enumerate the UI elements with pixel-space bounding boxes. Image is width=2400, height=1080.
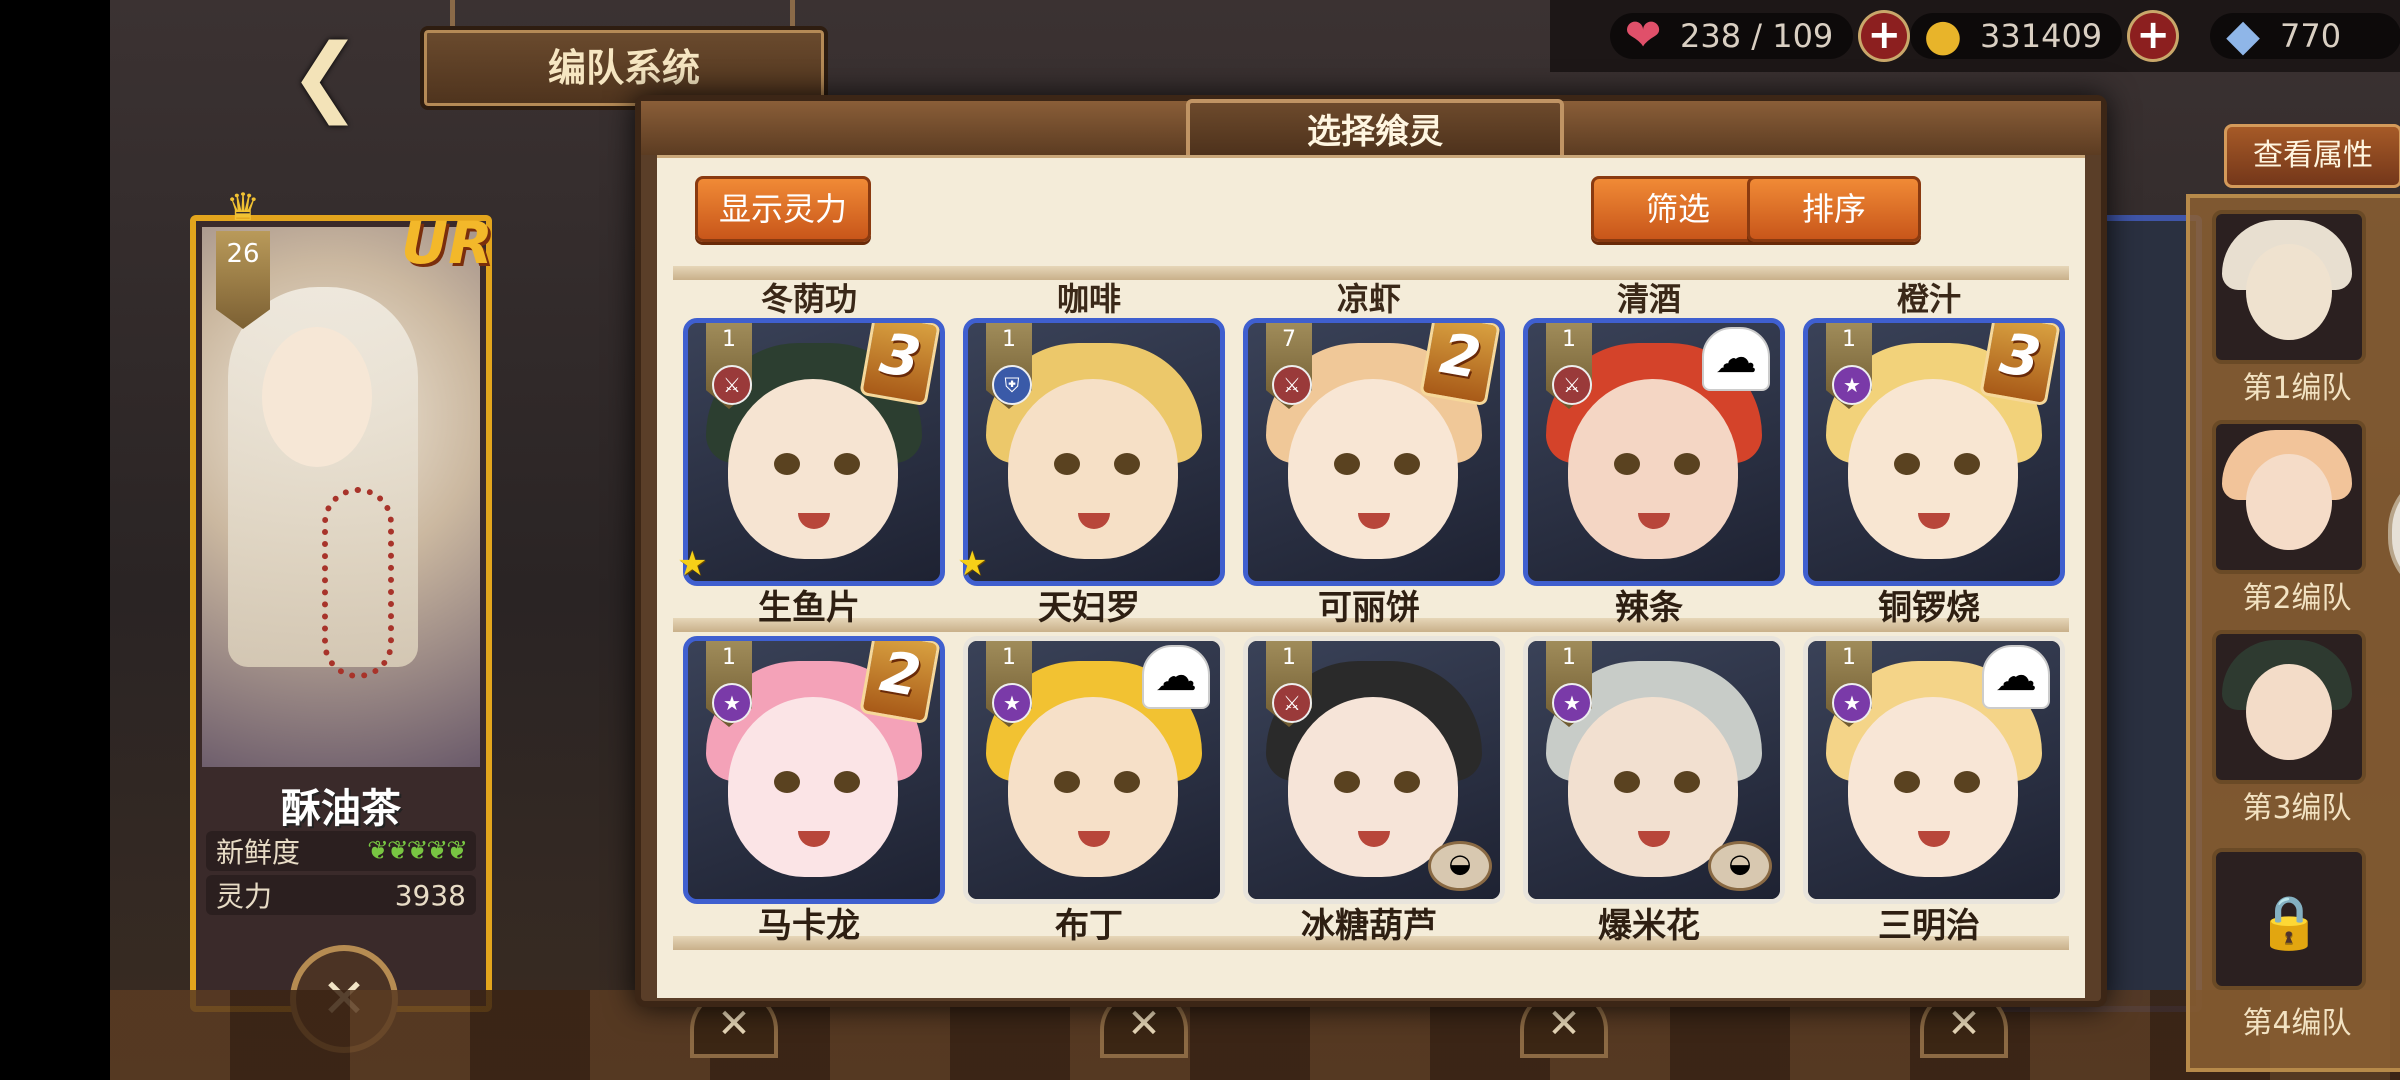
back-arrow-icon[interactable]: ❮ xyxy=(270,33,380,119)
star-type-icon: ★ xyxy=(1552,683,1592,723)
crystal-icon: ◆ xyxy=(2226,10,2260,61)
sword-type-icon: ⚔ xyxy=(1552,365,1592,405)
chef-hat-icon: ☁ xyxy=(1702,327,1770,391)
freshness-leaves-icon: ❦❦❦❦❦ xyxy=(367,836,468,866)
view-attributes-button[interactable]: 查看属性 xyxy=(2224,124,2400,188)
lock-icon: 🔒 xyxy=(2256,893,2322,953)
show-power-button[interactable]: 显示灵力 xyxy=(695,176,871,242)
select-character-modal: 选择飨灵 显示灵力 筛选 排序 冬荫功 咖啡 凉虾 清酒 橙汁 1 ⚔ 3 ★ 生鱼片 1 ⛨ ★ 天妇罗… xyxy=(635,95,2107,1007)
crown-icon: ♛ xyxy=(226,185,261,229)
egg-nest-icon: ◒ xyxy=(1708,841,1772,891)
modal-body: 显示灵力 筛选 排序 冬荫功 咖啡 凉虾 清酒 橙汁 1 ⚔ 3 ★ 生鱼片 1 ⛨ ★ 天妇罗 7 ⚔ 2 可丽… xyxy=(657,155,2085,998)
character-card[interactable]: 1 ★ ◒ xyxy=(1523,636,1785,904)
resource-coins: ● 331409 + xyxy=(1910,10,2177,62)
character-name: 布丁 xyxy=(1055,906,1123,946)
character-card[interactable]: 1 ★ ☁ xyxy=(963,636,1225,904)
character-name: 辣条 xyxy=(1615,588,1683,628)
character-card[interactable]: 1 ⚔ ◒ xyxy=(1243,636,1505,904)
leader-stats: 新鲜度 ❦❦❦❦❦ 灵力 3938 xyxy=(206,831,476,919)
character-card[interactable]: 1 ⚔ 3 xyxy=(683,318,945,586)
star-type-icon: ★ xyxy=(712,683,752,723)
team-label-1: 第1编队 xyxy=(2242,371,2352,406)
resource-hearts: ❤ 238 / 109 + xyxy=(1610,10,1908,62)
sword-type-icon: ⚔ xyxy=(712,365,752,405)
character-name: 凉虾 xyxy=(1336,280,1401,318)
character-name: 铜锣烧 xyxy=(1878,588,1980,628)
add-hearts-button[interactable]: + xyxy=(1861,13,1908,59)
leader-name: 酥油茶 xyxy=(281,786,401,832)
resource-bar: ❤ 238 / 109 + ● 331409 + ◆ 770 + xyxy=(1550,0,2400,72)
sword-type-icon: ⚔ xyxy=(1272,365,1312,405)
character-card[interactable]: 1 ★ ☁ xyxy=(1803,636,2065,904)
character-card[interactable]: 1 ⛨ xyxy=(963,318,1225,586)
team-panel: 第1编队 第2编队 第3编队 🔒 第4编队 xyxy=(2186,194,2400,1072)
character-card[interactable]: 1 ★ 2 xyxy=(683,636,945,904)
character-name: 清酒 xyxy=(1616,280,1681,318)
leader-level-badge: 26 xyxy=(216,231,270,329)
character-card[interactable]: 1 ★ 3 xyxy=(1803,318,2065,586)
coin-icon: ● xyxy=(1923,10,1963,61)
character-card[interactable]: 1 ⚔ ☁ xyxy=(1523,318,1785,586)
character-name: 天妇罗 xyxy=(1038,588,1140,628)
character-card[interactable]: 7 ⚔ 2 xyxy=(1243,318,1505,586)
character-name: 橙汁 xyxy=(1896,280,1961,318)
star-type-icon: ★ xyxy=(1832,365,1872,405)
star-type-icon: ★ xyxy=(1832,683,1872,723)
character-grid: 冬荫功 咖啡 凉虾 清酒 橙汁 1 ⚔ 3 ★ 生鱼片 1 ⛨ ★ 天妇罗 7 ⚔ 2 可丽饼 1 ⚔ ☁ 辣条 1 ★ 3 铜锣… xyxy=(673,266,2069,976)
team-label-3: 第3编队 xyxy=(2242,791,2352,826)
star-type-icon: ★ xyxy=(992,683,1032,723)
character-name: 马卡龙 xyxy=(758,906,860,946)
sword-type-icon: ⚔ xyxy=(1272,683,1312,723)
sort-button[interactable]: 排序 xyxy=(1747,176,1921,242)
character-name: 可丽饼 xyxy=(1318,588,1420,628)
team-slot-1[interactable] xyxy=(2212,210,2366,364)
character-name: 生鱼片 xyxy=(758,588,860,628)
power-value: 3938 xyxy=(394,878,466,912)
character-name: 三明治 xyxy=(1878,906,1980,946)
rarity-ur-badge: UR xyxy=(401,209,493,277)
power-row: 灵力 3938 xyxy=(206,875,476,915)
team-slot-4-locked[interactable]: 🔒 xyxy=(2212,848,2366,990)
team-slot-3[interactable] xyxy=(2212,630,2366,784)
character-name: 冰糖葫芦 xyxy=(1301,906,1437,946)
character-name: 爆米花 xyxy=(1598,906,1700,946)
egg-nest-icon: ◒ xyxy=(1428,841,1492,891)
team-slot-2[interactable] xyxy=(2212,420,2366,574)
character-name: 咖啡 xyxy=(1056,280,1121,318)
shield-type-icon: ⛨ xyxy=(992,365,1032,405)
chef-hat-icon: ☁ xyxy=(1142,645,1210,709)
resource-crystals: ◆ 770 + xyxy=(2210,10,2400,62)
heart-icon: ❤ xyxy=(1624,10,1662,61)
character-name: 冬荫功 xyxy=(760,280,857,318)
add-coins-button[interactable]: + xyxy=(2130,13,2177,59)
formation-screen: ♛ 26 UR 酥油茶 新鲜度 ❦❦❦❦❦ 灵力 3938 ✕ R 1695 4… xyxy=(110,0,2400,1080)
team-label-4: 第4编队 xyxy=(2242,1006,2352,1041)
leader-card[interactable]: ♛ 26 UR 酥油茶 新鲜度 ❦❦❦❦❦ 灵力 3938 xyxy=(190,185,493,1012)
team-label-2: 第2编队 xyxy=(2242,581,2352,616)
chef-hat-icon: ☁ xyxy=(1982,645,2050,709)
filter-button[interactable]: 筛选 xyxy=(1591,176,1765,242)
freshness-row: 新鲜度 ❦❦❦❦❦ xyxy=(206,831,476,871)
